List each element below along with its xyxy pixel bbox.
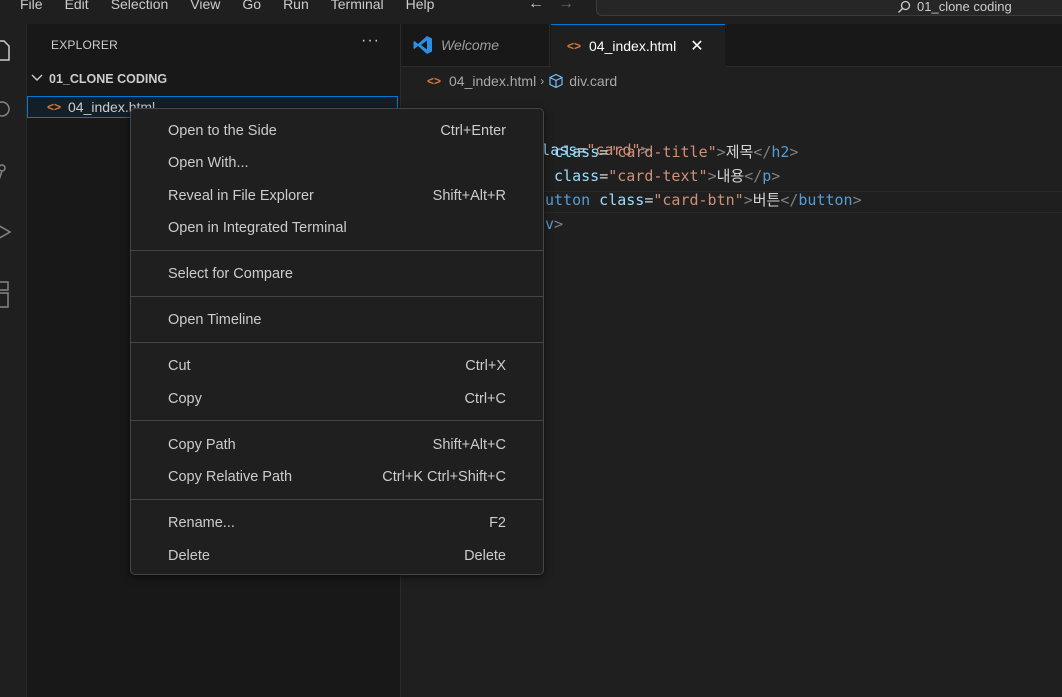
menu-terminal[interactable]: Terminal [331,0,384,14]
menu-item-label: Copy Relative Path [168,469,293,485]
menu-go[interactable]: Go [242,0,261,14]
title-bar: File Edit Selection View Go Run Terminal… [0,0,1062,24]
menu-item-select-for-compare[interactable]: Select for Compare [131,260,543,288]
menu-item-shortcut: Ctrl+Enter [440,123,506,139]
forward-arrow-icon[interactable]: → [558,0,574,14]
run-debug-icon[interactable] [0,222,12,242]
chevron-down-icon [31,74,43,85]
command-center[interactable]: 01_clone coding [596,0,1062,16]
explorer-title: EXPLORER [51,38,118,52]
menu-separator [131,420,543,421]
menu-item-open-timeline[interactable]: Open Timeline [131,306,543,334]
menu-separator [131,296,543,297]
tab-welcome[interactable]: Welcome [401,24,550,66]
navigation-arrows: ← → [528,0,574,14]
menu-item-shortcut: F2 [489,515,506,531]
menu-bar: File Edit Selection View Go Run Terminal… [20,0,456,14]
menu-help[interactable]: Help [406,0,435,14]
menu-item-label: Open With... [168,155,249,171]
breadcrumb: <> 04_index.html › div.card [401,67,1062,95]
menu-item-rename[interactable]: Rename... F2 [131,509,543,537]
folder-name: 01_CLONE CODING [49,72,168,86]
menu-item-label: Select for Compare [168,266,293,282]
back-arrow-icon[interactable]: ← [528,0,544,14]
menu-item-open-in-terminal[interactable]: Open in Integrated Terminal [131,214,543,242]
html-file-icon: <> [567,39,582,53]
menu-item-copy-relative-path[interactable]: Copy Relative Path Ctrl+K Ctrl+Shift+C [131,463,543,491]
menu-item-delete[interactable]: Delete Delete [131,542,543,570]
menu-edit[interactable]: Edit [65,0,89,14]
code-text: utton class="card-btn">버튼</button> [545,191,862,209]
tab-04-index[interactable]: <> 04_index.html ✕ [551,24,725,67]
menu-separator [131,342,543,343]
menu-item-shortcut: Ctrl+K Ctrl+Shift+C [382,469,506,485]
menu-file[interactable]: File [20,0,43,14]
menu-item-label: Open in Integrated Terminal [168,220,347,236]
tab-label: 04_index.html [589,38,677,54]
menu-item-shortcut: Shift+Alt+C [432,437,506,453]
menu-item-shortcut: Ctrl+X [465,358,506,374]
html-file-icon: <> [427,74,442,88]
menu-item-label: Cut [168,358,191,374]
context-menu: Open to the Side Ctrl+Enter Open With... … [130,108,544,575]
extensions-icon[interactable] [0,280,12,308]
menu-item-shortcut: Ctrl+C [464,391,507,407]
menu-separator [131,499,543,500]
menu-item-open-to-side[interactable]: Open to the Side Ctrl+Enter [131,117,543,145]
search-sidebar-icon[interactable] [0,100,12,120]
html-file-icon: <> [47,100,62,114]
menu-item-label: Reveal in File Explorer [168,188,314,204]
menu-item-reveal-in-explorer[interactable]: Reveal in File Explorer Shift+Alt+R [131,182,543,210]
menu-selection[interactable]: Selection [111,0,169,14]
breadcrumb-file[interactable]: 04_index.html [449,73,536,89]
folder-row[interactable]: 01_CLONE CODING [31,72,167,86]
menu-item-label: Copy Path [168,437,236,453]
tab-label: Welcome [441,37,500,53]
menu-item-label: Delete [168,548,210,564]
menu-item-label: Open to the Side [168,123,277,139]
menu-item-label: Open Timeline [168,312,262,328]
explorer-icon[interactable] [0,40,12,61]
code-text: class="card-text">내용</p> [545,167,781,185]
menu-run[interactable]: Run [283,0,309,14]
menu-item-shortcut: Delete [464,548,506,564]
cube-icon [549,73,563,89]
code-text: h2 class="card-title">제목</h2> [527,143,799,161]
code-text: v> [545,215,564,233]
menu-item-cut[interactable]: Cut Ctrl+X [131,352,543,380]
command-center-label: 01_clone coding [917,0,1012,14]
source-control-icon[interactable] [0,162,12,182]
activity-bar [0,24,27,697]
menu-item-label: Rename... [168,515,235,531]
vscode-logo-icon [413,36,432,54]
menu-separator [131,250,543,251]
menu-item-shortcut: Shift+Alt+R [432,188,506,204]
more-actions-icon[interactable]: ··· [361,32,380,50]
menu-view[interactable]: View [190,0,220,14]
menu-item-open-with[interactable]: Open With... [131,149,543,177]
editor-tabs: Welcome <> 04_index.html ✕ [401,24,1062,67]
breadcrumb-symbol[interactable]: div.card [569,73,617,89]
menu-item-copy-path[interactable]: Copy Path Shift+Alt+C [131,431,543,459]
search-icon [898,0,911,13]
menu-item-copy[interactable]: Copy Ctrl+C [131,385,543,413]
chevron-right-icon: › [540,74,545,88]
close-icon[interactable]: ✕ [690,36,703,56]
menu-item-label: Copy [168,391,202,407]
